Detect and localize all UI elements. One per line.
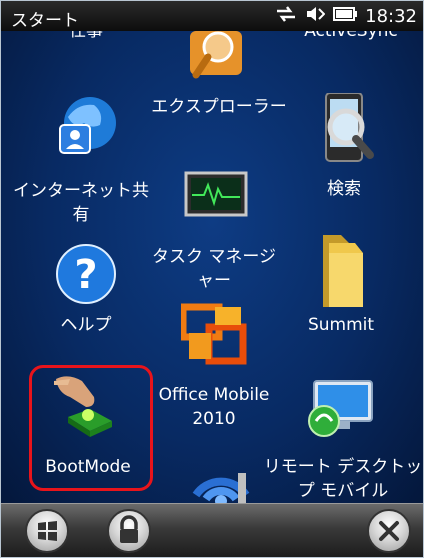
tile-wireless[interactable] [181, 451, 261, 503]
tile-task-manager[interactable]: タスク マネージャー [149, 245, 279, 293]
tile-help[interactable]: ヘルプ [41, 313, 131, 337]
status-title[interactable]: スタート [11, 6, 79, 31]
status-icons: 18:32 [275, 5, 417, 28]
tile-summit-icon-wrap[interactable] [301, 231, 381, 309]
tile-remote-desktop[interactable]: リモート デスクトップ モバイル [263, 455, 423, 503]
speaker-icon[interactable] [305, 5, 326, 28]
tile-internet-sharing[interactable]: インターネット共有 [6, 179, 156, 227]
close-icon [379, 521, 399, 541]
windows-start-button[interactable] [25, 509, 69, 553]
tile-remote-desktop-icon-wrap[interactable] [301, 379, 381, 439]
lock-button[interactable] [107, 509, 151, 553]
sync-arrows-icon[interactable] [275, 5, 297, 28]
remote-desktop-icon [308, 380, 373, 437]
folder-search-icon [190, 31, 242, 79]
windows-start-icon [38, 521, 57, 541]
tile-office-icon-wrap[interactable] [179, 303, 249, 365]
lock-icon [120, 515, 138, 543]
task-manager-icon [184, 171, 248, 217]
tile-internet-sharing-icon-wrap[interactable] [51, 95, 121, 159]
internet-sharing-icon [59, 97, 116, 154]
tile-search[interactable]: 検索 [299, 93, 389, 201]
folder-icon [323, 235, 363, 307]
clock[interactable]: 18:32 [365, 6, 417, 27]
tile-task-manager-icon-wrap[interactable] [181, 171, 251, 217]
start-screen: 仕事 ActiveSync インターネット共有 エクスプローラー 検索 タスク … [1, 31, 423, 503]
status-bar: スタート 18:32 [1, 1, 423, 31]
bootmode-highlight [29, 365, 153, 491]
svg-text:?: ? [74, 252, 97, 298]
close-button[interactable] [367, 509, 411, 553]
bottom-bar [1, 503, 423, 557]
tile-summit[interactable]: Summit [291, 313, 391, 337]
tile-shigoto[interactable]: 仕事 [46, 31, 126, 43]
office-mobile-icon [181, 303, 247, 365]
tile-explorer[interactable]: エクスプローラー [149, 95, 289, 119]
search-icon [325, 93, 374, 162]
wireless-icon [192, 473, 250, 503]
tile-top-center[interactable] [181, 31, 251, 91]
tile-activesync[interactable]: ActiveSync [286, 31, 416, 43]
help-icon: ? [56, 244, 116, 304]
tile-help-icon-wrap[interactable]: ? [51, 243, 121, 305]
tile-office-mobile[interactable]: Office Mobile 2010 [149, 383, 279, 431]
battery-icon[interactable] [333, 6, 358, 27]
